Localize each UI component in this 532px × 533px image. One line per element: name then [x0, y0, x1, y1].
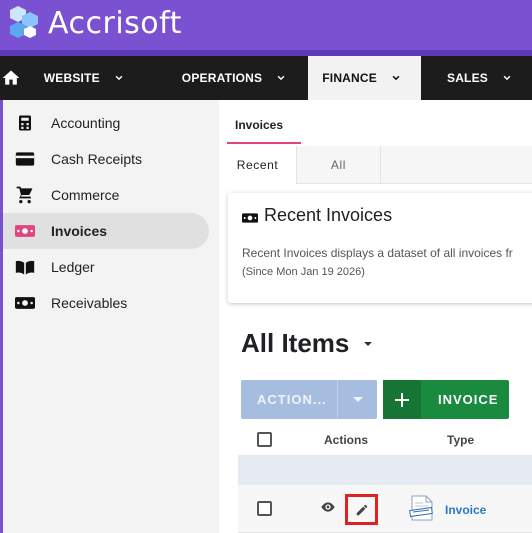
- nav-operations-label: OPERATIONS: [181, 71, 263, 85]
- nav-sales[interactable]: SALES: [421, 56, 532, 100]
- brand-name: Accrisoft: [48, 5, 182, 41]
- action-button[interactable]: ACTION...: [241, 380, 377, 419]
- credit-card-icon: [15, 149, 35, 169]
- table-filter-row: [238, 455, 532, 485]
- plus-icon: [383, 380, 421, 419]
- sidebar-item-ledger[interactable]: Ledger: [3, 249, 209, 285]
- nav-website-label: WEBSITE: [43, 71, 100, 85]
- chevron-down-icon: [392, 75, 400, 81]
- column-header-type[interactable]: Type: [447, 433, 474, 447]
- table-header: Actions Type: [238, 425, 532, 455]
- table-row[interactable]: Invoice: [238, 485, 532, 533]
- money-icon: [15, 293, 35, 313]
- pencil-icon: [356, 504, 367, 515]
- sidebar-item-label: Accounting: [51, 115, 121, 131]
- card-since-date: (Since Mon Jan 19 2026): [242, 266, 365, 278]
- sidebar-item-invoices[interactable]: Invoices: [3, 213, 209, 249]
- home-button[interactable]: [0, 56, 22, 100]
- sidebar-item-label: Cash Receipts: [51, 151, 143, 167]
- main-content: Invoices Recent All Recent Invoices Rece…: [219, 100, 532, 533]
- card-title: Recent Invoices: [264, 205, 393, 225]
- action-button-label: ACTION...: [257, 392, 327, 407]
- select-all-checkbox[interactable]: [257, 432, 272, 447]
- top-nav: WEBSITE OPERATIONS FINANCE SALES: [0, 56, 532, 100]
- add-invoice-button[interactable]: INVOICE: [383, 380, 509, 419]
- sidebar-item-accounting[interactable]: Accounting: [3, 105, 209, 141]
- chevron-down-icon: [503, 75, 511, 81]
- shopping-cart-icon: [15, 185, 35, 205]
- breadcrumb-underline: [227, 142, 301, 144]
- book-icon: [15, 257, 35, 277]
- sidebar-item-label: Invoices: [51, 223, 108, 239]
- eye-icon[interactable]: [320, 501, 336, 513]
- calculator-icon: [15, 113, 35, 133]
- tab-all[interactable]: All: [297, 146, 381, 184]
- column-header-actions[interactable]: Actions: [324, 433, 368, 447]
- home-icon: [2, 70, 20, 85]
- chevron-down-icon: [277, 75, 285, 81]
- nav-website[interactable]: WEBSITE: [22, 56, 144, 100]
- row-select-checkbox[interactable]: [257, 501, 272, 516]
- app-root: Accrisoft WEBSITE OPERATIONS FINANCE SAL…: [0, 0, 532, 533]
- invoice-document-icon: [409, 495, 433, 521]
- nav-finance[interactable]: FINANCE: [308, 56, 421, 100]
- invoice-type-link[interactable]: Invoice: [445, 503, 486, 517]
- tab-recent-label: Recent: [236, 158, 279, 172]
- tab-recent[interactable]: Recent: [219, 146, 297, 184]
- chevron-down-icon: [115, 75, 123, 81]
- sidebar-item-commerce[interactable]: Commerce: [3, 177, 209, 213]
- sidebar-item-cash-receipts[interactable]: Cash Receipts: [3, 141, 209, 177]
- subtab-bar: Recent All: [219, 146, 532, 184]
- money-icon: [15, 221, 35, 241]
- edit-button[interactable]: [345, 494, 378, 525]
- sidebar-item-label: Receivables: [51, 295, 128, 311]
- nav-sales-label: SALES: [446, 71, 488, 85]
- sidebar-item-label: Commerce: [51, 187, 120, 203]
- brand-bar: Accrisoft: [0, 0, 532, 56]
- nav-finance-label: FINANCE: [322, 71, 377, 85]
- tab-all-label: All: [330, 158, 347, 172]
- action-dropdown-toggle[interactable]: [338, 396, 377, 404]
- money-icon: [242, 211, 258, 229]
- sidebar-item-receivables[interactable]: Receivables: [3, 285, 209, 321]
- sidebar-item-label: Ledger: [51, 259, 95, 275]
- brand-logo[interactable]: Accrisoft: [4, 4, 182, 42]
- recent-invoices-card: Recent Invoices Recent Invoices displays…: [228, 193, 532, 303]
- nav-operations[interactable]: OPERATIONS: [144, 56, 306, 100]
- caret-down-icon: [352, 396, 363, 402]
- list-title[interactable]: All Items: [241, 328, 349, 359]
- accrisoft-logo-icon: [10, 6, 38, 38]
- add-invoice-label: INVOICE: [438, 392, 499, 407]
- caret-down-icon[interactable]: [362, 340, 374, 348]
- breadcrumb[interactable]: Invoices: [235, 118, 283, 132]
- card-description: Recent Invoices displays a dataset of al…: [242, 246, 513, 260]
